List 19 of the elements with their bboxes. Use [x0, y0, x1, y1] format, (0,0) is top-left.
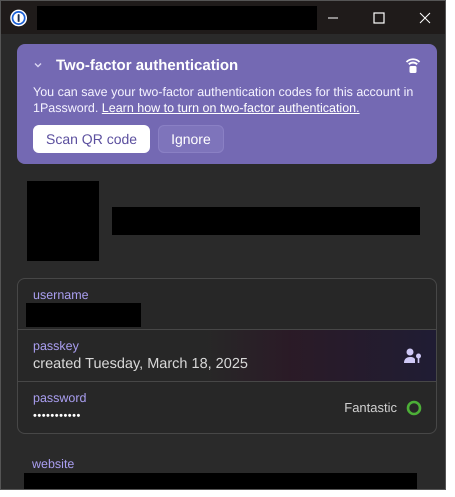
field-value: created Tuesday, March 18, 2025 — [33, 354, 249, 374]
field-label: passkey — [33, 338, 80, 354]
banner-title: Two-factor authentication — [56, 56, 238, 74]
app-logo-icon — [10, 8, 28, 26]
strength-ring-icon — [406, 400, 422, 416]
chevron-icon[interactable] — [33, 60, 43, 70]
field-label: username — [33, 287, 90, 303]
scan-qr-button[interactable]: Scan QR code — [33, 125, 150, 153]
wireless-lock-icon — [405, 56, 421, 74]
banner-message: You can save your two-factor authentication codes for this account in 1Password. Learn how to turn on two-factor authentication. — [33, 84, 414, 116]
close-icon[interactable] — [419, 12, 431, 24]
password-dots: ••••••••••• — [33, 408, 82, 424]
field-label: password — [33, 390, 88, 406]
password-strength: Fantastic — [344, 400, 397, 415]
ignore-button[interactable]: Ignore — [158, 125, 224, 153]
passkey-icon — [404, 348, 422, 364]
learn-more-link[interactable]: Learn how to turn on two-factor authentication. — [102, 101, 360, 115]
field-label: website — [32, 456, 76, 472]
maximize-icon[interactable] — [373, 12, 385, 24]
